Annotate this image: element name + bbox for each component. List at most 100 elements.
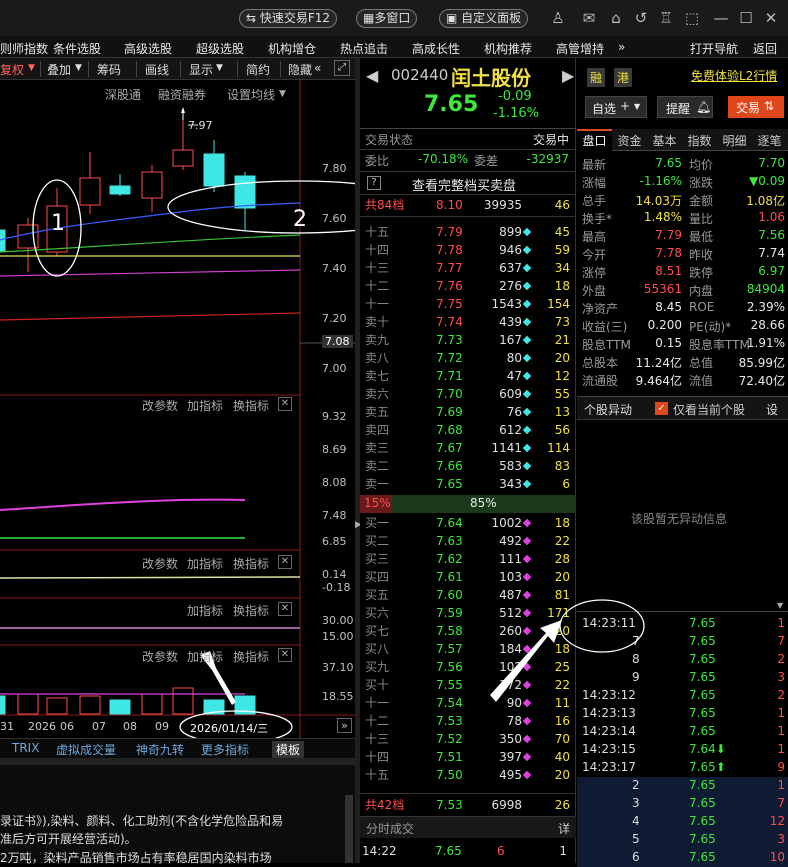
- quick-trade-button[interactable]: ⇆ 快速交易F12: [239, 9, 338, 28]
- menu-item[interactable]: 高级选股: [124, 40, 172, 57]
- menu-more[interactable]: »: [618, 40, 625, 54]
- menu-item[interactable]: 热点追击: [340, 40, 388, 57]
- simple-button[interactable]: 简约: [246, 61, 270, 78]
- menu-item[interactable]: 则师指数: [0, 40, 48, 57]
- close-panel-icon[interactable]: ✕: [278, 602, 292, 616]
- tab-template[interactable]: 模板: [272, 741, 305, 758]
- buy-level-row[interactable]: 买二 7.63 492 22: [360, 532, 576, 550]
- sell-level-row[interactable]: 十三 7.77 637 34: [360, 259, 576, 277]
- buy-level-row[interactable]: 十四 7.51 397 40: [360, 748, 576, 766]
- mail-icon[interactable]: ✉: [580, 9, 598, 27]
- edit-params-link[interactable]: 改参数: [142, 397, 178, 414]
- buy-level-row[interactable]: 买三 7.62 111 28: [360, 550, 576, 568]
- return-link[interactable]: 返回: [753, 40, 777, 57]
- sell-level-row[interactable]: 卖二 7.66 583 83: [360, 457, 576, 475]
- overlay-button[interactable]: 叠加: [47, 61, 71, 78]
- menu-item[interactable]: 高管增持: [556, 40, 604, 57]
- tab-pankou[interactable]: 盘口: [577, 129, 612, 151]
- sell-level-row[interactable]: 卖九 7.73 167 21: [360, 331, 576, 349]
- sell-level-row[interactable]: 十四 7.78 946 59: [360, 241, 576, 259]
- alert-button[interactable]: 提醒 🔔︎: [657, 96, 713, 118]
- self-select-button[interactable]: 自选 + ▼: [585, 96, 647, 118]
- open-nav-link[interactable]: 打开导航: [690, 40, 738, 57]
- maximize-icon[interactable]: ☐: [737, 9, 755, 27]
- edit-params-link[interactable]: 改参数: [142, 648, 178, 665]
- menu-item[interactable]: 高成长性: [412, 40, 460, 57]
- switch-indicator-link[interactable]: 换指标: [233, 602, 269, 619]
- draw-line-button[interactable]: 画线: [145, 61, 169, 78]
- sell-level-row[interactable]: 卖四 7.68 612 56: [360, 421, 576, 439]
- fenshi-detail-button[interactable]: 详: [558, 820, 570, 837]
- next-stock-icon[interactable]: ▶: [562, 66, 574, 85]
- sell-level-row[interactable]: 十二 7.76 276 18: [360, 277, 576, 295]
- menu-item[interactable]: 机构推荐: [484, 40, 532, 57]
- minimize-icon[interactable]: —: [712, 9, 730, 27]
- fullscreen-icon[interactable]: ⬚: [683, 9, 701, 27]
- free-l2-link[interactable]: 免费体验L2行情: [691, 67, 777, 84]
- close-icon[interactable]: ✕: [762, 9, 780, 27]
- multi-window-button[interactable]: ▦多窗口: [356, 9, 418, 28]
- info-scrollbar[interactable]: [345, 795, 353, 863]
- tab-trix[interactable]: TRIX: [12, 741, 39, 755]
- prev-stock-icon[interactable]: ◀: [366, 66, 378, 85]
- tab-magic-nine[interactable]: 神奇九转: [136, 741, 184, 758]
- switch-indicator-link[interactable]: 换指标: [233, 397, 269, 414]
- sell-level-row[interactable]: 卖三 7.67 1141 114: [360, 439, 576, 457]
- level-label: 十四: [365, 243, 390, 257]
- help-icon[interactable]: ?: [367, 176, 381, 190]
- fuquan-button[interactable]: 复权: [0, 61, 24, 78]
- sell-level-row[interactable]: 卖七 7.71 47 12: [360, 367, 576, 385]
- buy-level-row[interactable]: 十五 7.50 495 20: [360, 766, 576, 784]
- menu-item[interactable]: 超级选股: [196, 40, 244, 57]
- back-icon[interactable]: ↺: [632, 9, 650, 27]
- menu-item[interactable]: 机构增仓: [268, 40, 316, 57]
- home-icon[interactable]: ⌂: [607, 9, 625, 27]
- add-indicator-link[interactable]: 加指标: [187, 555, 223, 572]
- full-book-link[interactable]: 查看完整档买卖盘: [412, 175, 516, 194]
- add-indicator-link[interactable]: 加指标: [187, 648, 223, 665]
- edit-params-link[interactable]: 改参数: [142, 555, 178, 572]
- buy-level-row[interactable]: 买一 7.64 1002 18: [360, 514, 576, 532]
- scroll-down-icon[interactable]: ▼: [777, 601, 783, 610]
- custom-panel-button[interactable]: ▣ 自定义面板: [439, 9, 529, 28]
- collapse-icon[interactable]: «: [314, 61, 321, 75]
- sell-level-row[interactable]: 卖六 7.70 609 55: [360, 385, 576, 403]
- sell-level-row[interactable]: 十五 7.79 899 45: [360, 223, 576, 241]
- sell-level-row[interactable]: 卖八 7.72 80 20: [360, 349, 576, 367]
- buy-level-row[interactable]: 十三 7.52 350 70: [360, 730, 576, 748]
- tab-virtual-volume[interactable]: 虚拟成交量: [56, 741, 116, 758]
- switch-indicator-link[interactable]: 换指标: [233, 648, 269, 665]
- trade-button[interactable]: 交易 ⇅: [728, 96, 784, 118]
- hide-button[interactable]: 隐藏: [288, 61, 312, 78]
- chip-button[interactable]: 筹码: [97, 61, 121, 78]
- tab-tick[interactable]: 逐笔: [752, 132, 787, 149]
- tab-funds[interactable]: 资金: [612, 132, 647, 149]
- buy-level-row[interactable]: 十二 7.53 78 16: [360, 712, 576, 730]
- level-label: 买五: [365, 588, 390, 602]
- scroll-right-icon[interactable]: »: [337, 718, 352, 733]
- expand-icon[interactable]: ⤢: [334, 60, 350, 76]
- add-indicator-link[interactable]: 加指标: [187, 602, 223, 619]
- add-indicator-link[interactable]: 加指标: [187, 397, 223, 414]
- tab-index[interactable]: 指数: [682, 132, 717, 149]
- switch-indicator-link[interactable]: 换指标: [233, 555, 269, 572]
- display-button[interactable]: 显示: [189, 61, 213, 78]
- date-box[interactable]: 2026/01/14/三: [190, 720, 268, 736]
- movement-settings-button[interactable]: 设: [766, 401, 778, 418]
- tab-detail[interactable]: 明细: [717, 132, 752, 149]
- sell-level-row[interactable]: 卖五 7.69 76 13: [360, 403, 576, 421]
- tab-more-indicators[interactable]: 更多指标: [201, 741, 249, 758]
- close-panel-icon[interactable]: ✕: [278, 397, 292, 411]
- sell-level-row[interactable]: 卖一 7.65 343 6: [360, 475, 576, 493]
- user-icon[interactable]: ♙: [549, 9, 567, 27]
- menu-item[interactable]: 条件选股: [53, 40, 101, 57]
- tab-basic[interactable]: 基本: [647, 132, 682, 149]
- close-panel-icon[interactable]: ✕: [278, 648, 292, 662]
- only-current-checkbox[interactable]: ✓: [655, 402, 668, 415]
- sell-level-row[interactable]: 十一 7.75 1543 154: [360, 295, 576, 313]
- sell-level-row[interactable]: 卖十 7.74 439 73: [360, 313, 576, 331]
- close-panel-icon[interactable]: ✕: [278, 555, 292, 569]
- buy-level-row[interactable]: 买四 7.61 103 20: [360, 568, 576, 586]
- x-label: 2026: [28, 720, 56, 733]
- skin-icon[interactable]: ♖: [657, 9, 675, 27]
